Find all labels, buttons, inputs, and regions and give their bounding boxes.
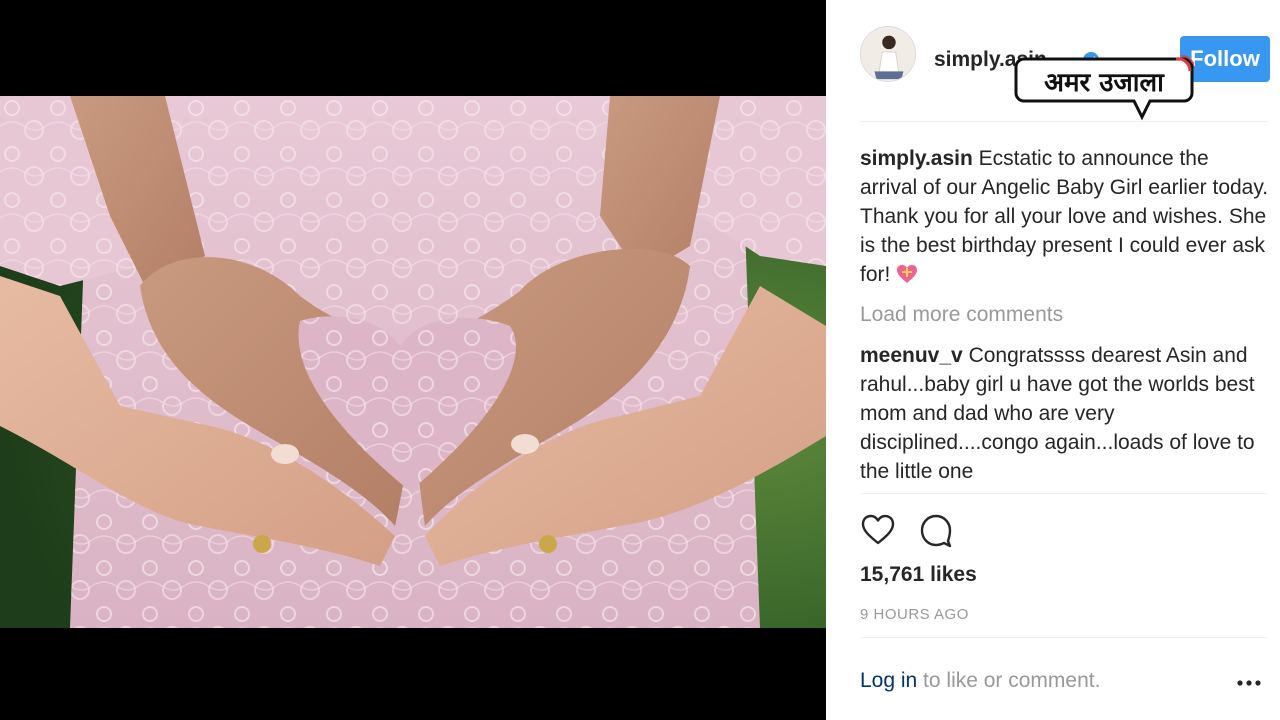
logo-image: अमर उजाला: [1014, 55, 1194, 121]
comment-username[interactable]: meenuv_v: [860, 344, 963, 367]
heart-ribbon-emoji-icon: [897, 265, 918, 283]
logo-text: अमर उजाला: [1044, 68, 1165, 98]
divider: [860, 637, 1268, 638]
heart-icon[interactable]: [860, 512, 896, 548]
login-prompt: Log in to like or comment.: [860, 669, 1100, 693]
likes-count[interactable]: 15,761 likes: [860, 563, 977, 587]
post-actions: [860, 512, 1060, 550]
media-area: [0, 0, 826, 720]
caption: simply.asin Ecstatic to announce the arr…: [860, 144, 1270, 289]
amar-ujala-logo: अमर उजाला: [1014, 55, 1194, 121]
login-prompt-text: to like or comment.: [917, 669, 1101, 692]
post-timestamp[interactable]: 9 HOURS AGO: [860, 606, 969, 623]
avatar-image: [861, 27, 915, 81]
divider: [860, 493, 1268, 494]
more-options-icon[interactable]: [1236, 676, 1262, 690]
post-photo-image: [0, 96, 826, 628]
avatar[interactable]: [860, 26, 916, 82]
load-more-comments-link[interactable]: Load more comments: [860, 300, 1270, 329]
post-photo[interactable]: [0, 96, 826, 628]
comments-list: simply.asin Ecstatic to announce the arr…: [860, 144, 1270, 486]
login-link[interactable]: Log in: [860, 669, 917, 692]
comment-icon[interactable]: [918, 512, 954, 548]
comment-item: meenuv_v Congratssss dearest Asin and ra…: [860, 341, 1270, 486]
caption-username[interactable]: simply.asin: [860, 147, 973, 170]
